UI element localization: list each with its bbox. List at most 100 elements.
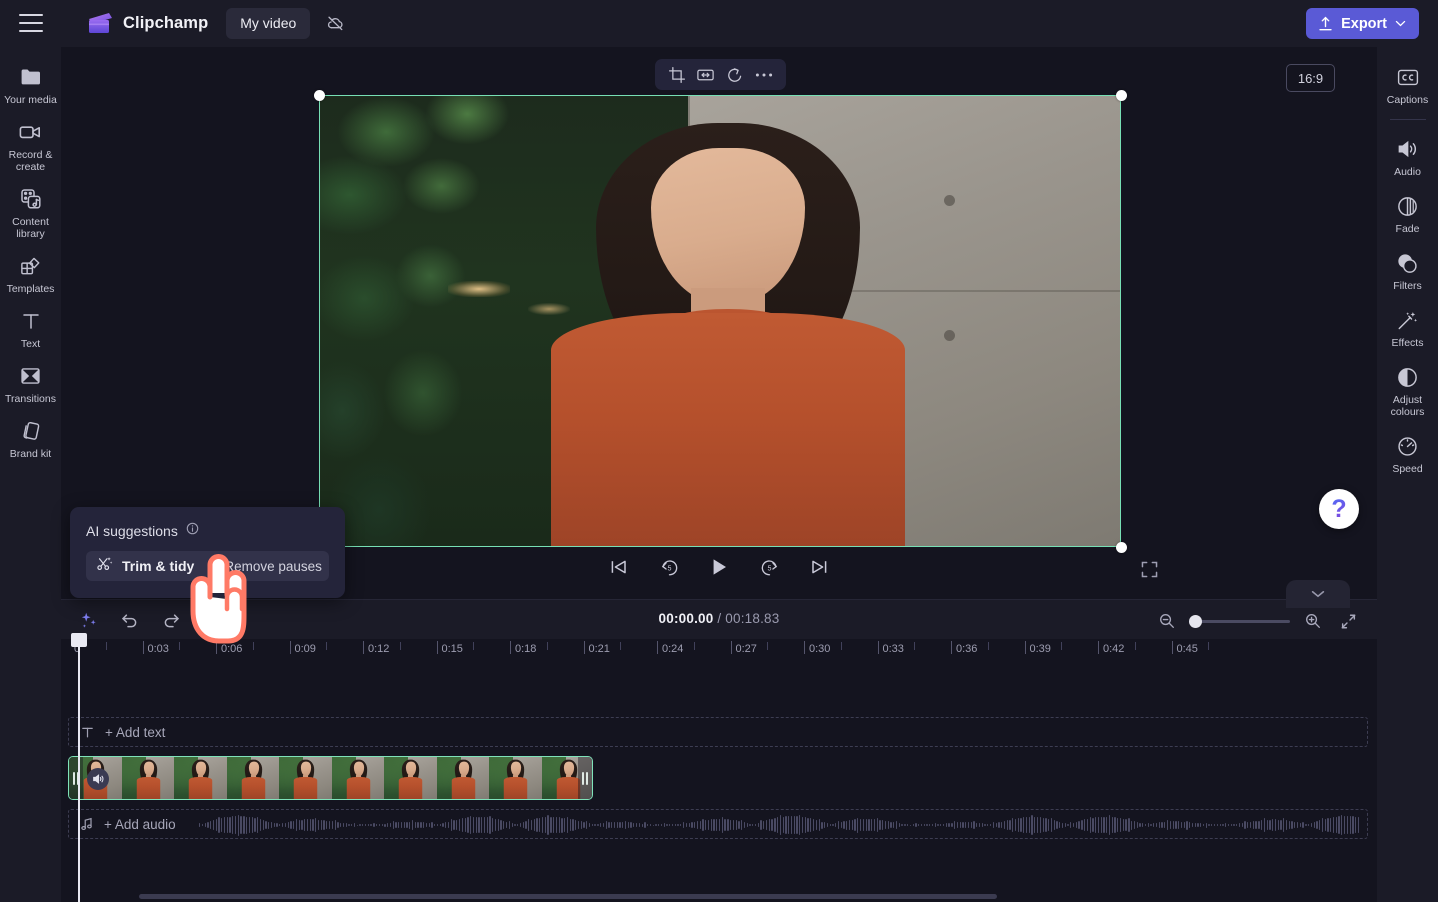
waveform-bar [837, 820, 840, 830]
sidebar-item-content-library[interactable]: Content library [0, 179, 61, 246]
waveform-bar [940, 823, 942, 827]
crop-icon[interactable] [665, 63, 689, 87]
info-icon[interactable] [186, 522, 199, 540]
timeline-horizontal-scrollbar[interactable] [139, 894, 997, 899]
tool-speed[interactable]: Speed [1377, 425, 1438, 482]
export-button[interactable]: Export [1306, 8, 1419, 39]
clip-trim-handle-right[interactable] [578, 757, 592, 799]
waveform-bar [1108, 815, 1111, 835]
waveform-bar [1017, 818, 1019, 832]
aspect-ratio-badge[interactable]: 16:9 [1286, 64, 1335, 92]
sidebar-item-record-create[interactable]: Record & create [0, 112, 61, 179]
ruler-minor-tick [1208, 642, 1210, 650]
tool-filters[interactable]: Filters [1377, 242, 1438, 299]
sidebar-item-your-media[interactable]: Your media [0, 57, 61, 112]
text-track[interactable]: + Add text [68, 717, 1368, 747]
undo-button[interactable] [118, 608, 142, 632]
trim-tidy-icon [96, 555, 113, 577]
skip-to-start-button[interactable] [606, 554, 632, 580]
waveform-bar [442, 823, 444, 827]
sidebar-item-templates[interactable]: Templates [0, 246, 61, 301]
waveform-bar [207, 821, 209, 829]
tool-fade[interactable]: Fade [1377, 185, 1438, 242]
table-row[interactable] [68, 756, 593, 800]
ruler-tick [583, 641, 585, 654]
clip-trim-handle-left[interactable] [69, 757, 83, 799]
waveform-bar [406, 821, 408, 829]
audio-waveform [199, 810, 1360, 838]
waveform-bar [257, 816, 259, 834]
waveform-bar [1266, 819, 1268, 831]
cloud-off-icon[interactable] [320, 8, 350, 38]
waveform-bar [561, 817, 563, 833]
waveform-bar [221, 818, 223, 832]
waveform-bar [638, 823, 640, 827]
project-name-chip[interactable]: My video [226, 7, 311, 39]
waveform-bar [199, 823, 201, 827]
zoom-in-icon[interactable] [1301, 609, 1325, 633]
waveform-bar [1125, 819, 1127, 831]
ai-suggestions-button[interactable] [77, 608, 101, 632]
more-options-icon[interactable] [752, 63, 776, 87]
waveform-bar [810, 818, 812, 832]
waveform-bar [680, 823, 682, 827]
waveform-bar [1222, 824, 1224, 826]
waveform-bar [746, 822, 748, 828]
waveform-bar [505, 821, 508, 829]
timeline[interactable]: 00:030:060:090:120:150:180:210:240:270:3… [61, 633, 1377, 902]
trim-and-tidy-button[interactable]: Trim & tidy [122, 558, 194, 574]
playhead[interactable] [71, 633, 87, 902]
tool-audio[interactable]: Audio [1377, 128, 1438, 185]
timeline-collapse-tab[interactable] [1286, 580, 1350, 608]
zoom-out-icon[interactable] [1155, 609, 1179, 633]
timeline-zoom-slider[interactable] [1189, 614, 1290, 628]
waveform-bar [699, 820, 701, 830]
waveform-bar [857, 817, 859, 833]
skip-to-end-button[interactable] [806, 554, 832, 580]
tool-effects[interactable]: Effects [1377, 299, 1438, 356]
waveform-bar [732, 819, 735, 831]
waveform-bar [1100, 816, 1102, 834]
waveform-bar [436, 824, 439, 826]
zoom-slider-handle[interactable] [1189, 614, 1202, 628]
redo-button[interactable] [159, 608, 183, 632]
waveform-bar [1133, 821, 1136, 829]
video-preview[interactable] [319, 95, 1121, 547]
waveform-bar [1225, 822, 1227, 828]
tool-adjust-colours[interactable]: Adjust colours [1377, 356, 1438, 425]
waveform-bar [1180, 821, 1183, 829]
waveform-bar [1208, 824, 1210, 826]
waveform-bar [1086, 818, 1089, 832]
timeline-ruler[interactable]: 00:030:060:090:120:150:180:210:240:270:3… [61, 639, 1377, 663]
waveform-bar [804, 817, 806, 833]
waveform-bar [417, 821, 419, 829]
flip-icon[interactable] [694, 63, 718, 87]
play-button[interactable] [706, 554, 732, 580]
waveform-bar [1349, 816, 1351, 834]
waveform-bar [1332, 817, 1335, 833]
waveform-bar [1302, 822, 1304, 828]
waveform-bar [475, 816, 477, 834]
rewind-5-button[interactable]: 5 [656, 554, 682, 580]
sidebar-item-text[interactable]: Text [0, 301, 61, 356]
hamburger-icon[interactable] [19, 14, 43, 32]
playhead-handle[interactable] [71, 633, 87, 647]
help-button[interactable]: ? [1319, 489, 1359, 529]
audio-track[interactable]: + Add audio [68, 809, 1368, 839]
waveform-bar [1277, 819, 1279, 831]
forward-5-button[interactable]: 5 [756, 554, 782, 580]
fit-to-screen-icon[interactable] [1336, 609, 1360, 633]
waveform-bar [1280, 819, 1282, 831]
sidebar-item-transitions[interactable]: Transitions [0, 356, 61, 411]
sidebar-item-brand-kit[interactable]: Brand kit [0, 411, 61, 466]
selection-handle-top-left[interactable] [314, 90, 325, 101]
waveform-bar [1283, 818, 1285, 832]
rotate-icon[interactable] [723, 63, 747, 87]
tool-captions[interactable]: Captions [1377, 56, 1438, 113]
clip-audio-icon[interactable] [87, 768, 109, 790]
selection-handle-top-right[interactable] [1116, 90, 1127, 101]
waveform-bar [237, 814, 239, 836]
waveform-bar [1045, 818, 1047, 832]
fullscreen-button[interactable] [1137, 557, 1161, 581]
ruler-tick-label: 0:42 [1103, 643, 1125, 655]
